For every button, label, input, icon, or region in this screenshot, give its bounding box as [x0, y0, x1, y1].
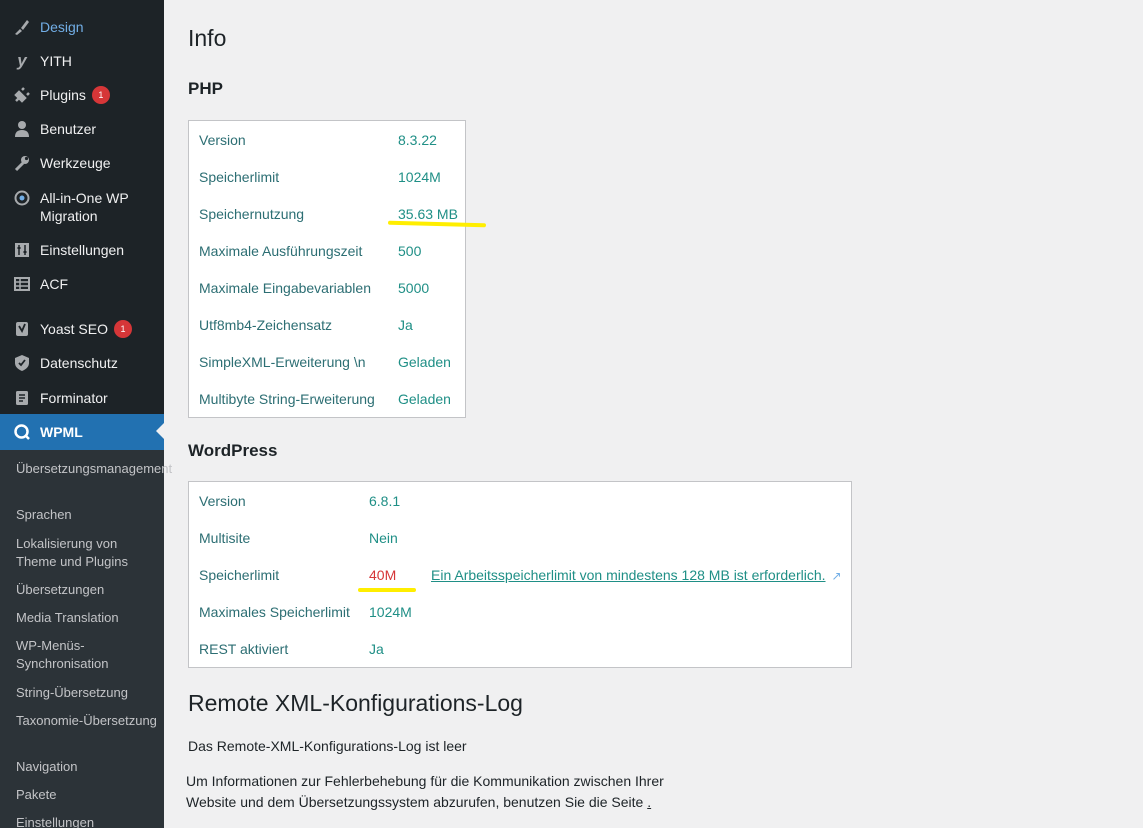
menu-item-datenschutz[interactable]: Datenschutz [0, 353, 164, 373]
acf-icon [12, 274, 32, 294]
remote-log-info-text: Um Informationen zur Fehlerbehebung für … [186, 773, 664, 810]
wrench-icon [12, 153, 32, 173]
menu-item-wpml[interactable]: WPML [0, 414, 164, 450]
row-key: Maximale Ausführungszeit [199, 243, 363, 259]
row-value: 8.3.22 [398, 132, 437, 148]
row-key: Version [199, 132, 246, 148]
row-value: 5000 [398, 280, 430, 296]
highlight-marker [358, 588, 416, 592]
submenu-item-taxonomie-uebersetzung[interactable]: Taxonomie-Übersetzung [16, 712, 158, 730]
row-key: REST aktiviert [199, 641, 289, 657]
submenu-item-uebersetzungen[interactable]: Übersetzungen [16, 581, 158, 599]
row-value: Ja [398, 317, 413, 333]
debug-page-link[interactable]: . [647, 794, 651, 810]
row-value: Ja [369, 641, 384, 657]
menu-item-acf[interactable]: ACF [0, 274, 164, 294]
menu-label: Datenschutz [40, 355, 118, 371]
submenu-item-lokalisierung[interactable]: Lokalisierung von Theme und Plugins [16, 535, 158, 571]
row-key: Version [199, 493, 246, 509]
forminator-icon [12, 388, 32, 408]
row-value: 1024M [369, 604, 412, 620]
row-value: 6.8.1 [369, 493, 401, 509]
admin-sidebar: Design y YITH Plugins 1 Benutzer Werkzeug… [0, 0, 172, 828]
row-key: Speichernutzung [199, 206, 305, 222]
row-value: 500 [398, 243, 422, 259]
menu-item-yoast-seo[interactable]: Yoast SEO 1 [0, 319, 164, 339]
submenu-item-string-uebersetzung[interactable]: String-Übersetzung [16, 684, 158, 702]
row-value: Nein [369, 530, 398, 546]
memory-limit-help-link[interactable]: Ein Arbeitsspeicherlimit von mindestens … [431, 567, 842, 583]
row-value: 35.63 MB [398, 206, 458, 222]
row-value-warning: 40M [369, 567, 397, 583]
submenu-item-pakete[interactable]: Pakete [16, 786, 158, 804]
external-link-icon: ↗ [831, 569, 842, 583]
row-key: Multisite [199, 530, 251, 546]
menu-item-benutzer[interactable]: Benutzer [0, 119, 164, 139]
submenu-item-sprachen[interactable]: Sprachen [16, 506, 158, 524]
menu-label: Benutzer [40, 121, 97, 137]
row-key: Maximales Speicherlimit [199, 604, 350, 620]
menu-label: Werkzeuge [40, 155, 111, 171]
submenu-item-navigation[interactable]: Navigation [16, 758, 158, 776]
yoast-icon [12, 319, 32, 339]
remote-log-empty-text: Das Remote-XML-Konfigurations-Log ist le… [188, 738, 467, 754]
update-count-badge: 1 [91, 86, 110, 104]
menu-label: Plugins 1 [40, 85, 110, 104]
menu-item-forminator[interactable]: Forminator [0, 388, 164, 408]
menu-label: YITH [40, 53, 72, 69]
row-key: Utf8mb4-Zeichensatz [199, 317, 333, 333]
row-key: Multibyte String-Erweiterung [199, 391, 375, 407]
migration-icon [12, 188, 32, 208]
submenu-item-uebersetzungsmanagement[interactable]: Übersetzungsmanagement [16, 460, 172, 478]
menu-item-einstellungen[interactable]: Einstellungen [0, 240, 164, 260]
submenu-item-einstellungen[interactable]: Einstellungen [16, 814, 158, 828]
yith-icon: y [17, 51, 27, 70]
menu-label: Design [40, 19, 84, 35]
current-menu-arrow [156, 423, 164, 439]
submenu-item-wp-menues-sync[interactable]: WP-Menüs-Synchronisation [16, 637, 158, 673]
menu-item-design[interactable]: Design [0, 17, 164, 37]
php-heading: PHP [188, 79, 223, 98]
wordpress-heading: WordPress [188, 441, 278, 460]
menu-label: Yoast SEO 1 [40, 319, 132, 338]
menu-label: ACF [40, 276, 68, 292]
page-title: Info [188, 25, 227, 51]
menu-label: All-in-One WP Migration [40, 190, 129, 224]
menu-label: Einstellungen [40, 242, 125, 258]
row-key: Speicherlimit [199, 169, 280, 185]
row-value: Geladen [398, 354, 451, 370]
row-value: 1024M [398, 169, 441, 185]
menu-label: Forminator [40, 390, 108, 406]
menu-label: WPML [40, 424, 83, 440]
menu-item-werkzeuge[interactable]: Werkzeuge [0, 153, 164, 173]
menu-item-plugins[interactable]: Plugins 1 [0, 85, 164, 105]
shield-icon [12, 353, 32, 373]
wordpress-info-table: Version 6.8.1 Multisite Nein Speicherlimit… [188, 481, 852, 668]
row-key: SimpleXML-Erweiterung \n [199, 354, 366, 370]
row-key: Maximale Eingabevariablen [199, 280, 371, 296]
plugins-icon [12, 85, 32, 105]
menu-item-all-in-one-wp-migration[interactable]: All-in-One WP Migration [0, 188, 164, 225]
submenu-item-media-translation[interactable]: Media Translation [16, 609, 158, 627]
row-key: Speicherlimit [199, 567, 280, 583]
row-value: Geladen [398, 391, 451, 407]
menu-item-yith[interactable]: y YITH [0, 51, 164, 71]
wpml-icon [12, 422, 32, 442]
update-count-badge: 1 [113, 320, 132, 338]
user-icon [12, 119, 32, 139]
settings-icon [12, 240, 32, 260]
paintbrush-icon [12, 17, 32, 37]
php-info-table: Version 8.3.22 Speicherlimit 1024M Speiche… [188, 120, 466, 418]
wpml-submenu: Übersetzungsmanagement Sprachen Lokalisi… [0, 450, 172, 828]
remote-log-heading: Remote XML-Konfigurations-Log [188, 690, 523, 716]
